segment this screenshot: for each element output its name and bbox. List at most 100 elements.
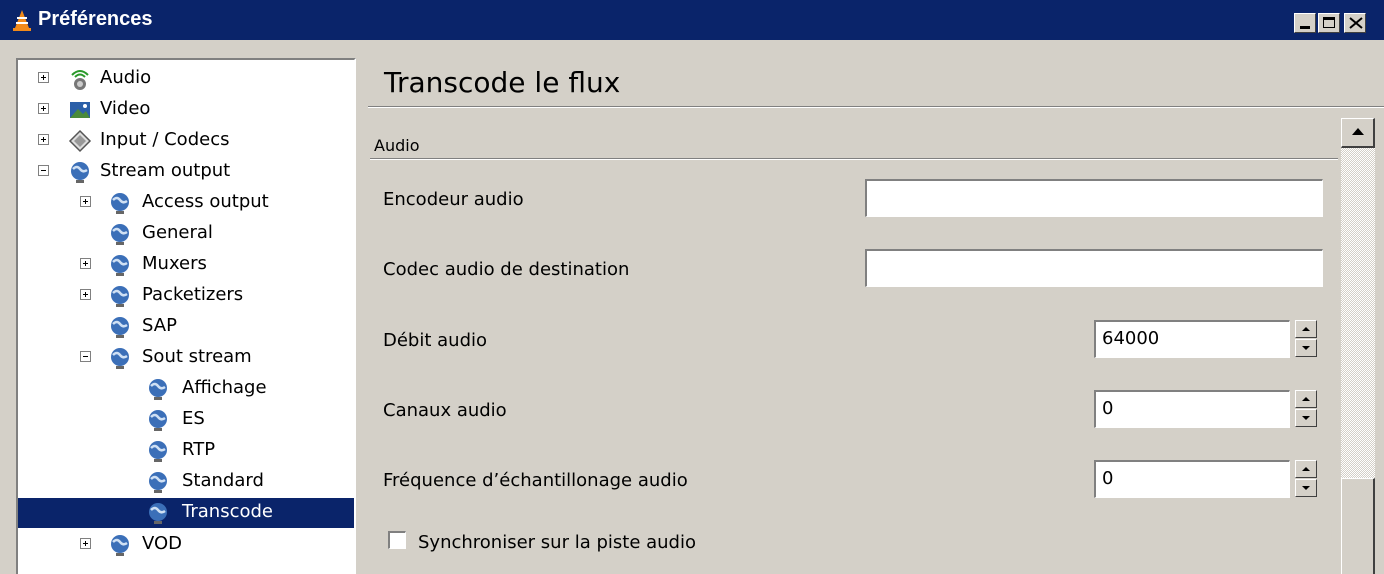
- tree-item-label: ES: [182, 408, 205, 429]
- minimize-icon: [1300, 26, 1310, 29]
- arrow-down-icon: [1302, 346, 1310, 350]
- maximize-icon: [1323, 17, 1335, 28]
- globe-icon: [149, 503, 167, 524]
- tree-item-label: SAP: [142, 315, 177, 336]
- tree-item-label: Access output: [142, 191, 269, 212]
- tree-item-label: Video: [100, 98, 151, 119]
- page-title: Transcode le flux: [384, 66, 621, 99]
- spin-down-button[interactable]: [1295, 339, 1317, 357]
- globe-icon: [111, 286, 129, 307]
- tree-item-stream-output[interactable]: Stream output: [18, 157, 354, 187]
- arrow-up-icon: [1302, 397, 1310, 401]
- divider: [368, 107, 1384, 108]
- bitrate-spinner[interactable]: [1295, 320, 1317, 358]
- vlc-cone-icon: [13, 10, 31, 31]
- arrow-up-icon: [1302, 467, 1310, 471]
- collapse-icon[interactable]: [38, 165, 49, 176]
- samplerate-label: Fréquence d’échantillonage audio: [383, 470, 688, 491]
- scroll-up-button[interactable]: [1341, 118, 1375, 148]
- tree-item-label: Transcode: [180, 501, 275, 522]
- expand-icon[interactable]: [80, 258, 91, 269]
- expand-icon[interactable]: [38, 103, 49, 114]
- spin-up-button[interactable]: [1295, 320, 1317, 338]
- bitrate-label: Débit audio: [383, 330, 488, 351]
- globe-icon: [149, 379, 167, 400]
- globe-icon: [149, 441, 167, 462]
- arrow-down-icon: [1302, 416, 1310, 420]
- channels-spinner[interactable]: [1295, 390, 1317, 428]
- tree-item-affichage[interactable]: Affichage: [18, 374, 354, 404]
- tree-item-es[interactable]: ES: [18, 405, 354, 435]
- minimize-button[interactable]: [1294, 13, 1316, 33]
- globe-icon: [71, 162, 89, 183]
- spin-up-button[interactable]: [1295, 460, 1317, 478]
- samplerate-input[interactable]: 0: [1094, 460, 1290, 498]
- tree-item-transcode[interactable]: Transcode: [18, 498, 354, 528]
- close-button[interactable]: [1344, 13, 1366, 33]
- globe-icon: [111, 255, 129, 276]
- tree-item-label: Muxers: [142, 253, 207, 274]
- tree-item-standard[interactable]: Standard: [18, 467, 354, 497]
- window-title: Préférences: [38, 8, 153, 30]
- tree-item-label: Sout stream: [142, 346, 252, 367]
- expand-icon[interactable]: [38, 134, 49, 145]
- tree-item-label: Standard: [182, 470, 264, 491]
- arrow-up-icon: [1302, 327, 1310, 331]
- tree-item-label: Audio: [100, 67, 152, 88]
- sync-checkbox[interactable]: [388, 531, 406, 549]
- samplerate-spinner[interactable]: [1295, 460, 1317, 498]
- spin-down-button[interactable]: [1295, 409, 1317, 427]
- tree-item-label: VOD: [142, 533, 183, 554]
- expand-icon[interactable]: [38, 72, 49, 83]
- bitrate-input[interactable]: 64000: [1094, 320, 1290, 358]
- globe-icon: [149, 410, 167, 431]
- section-divider: [370, 159, 1338, 160]
- tree-item-video[interactable]: Video: [18, 95, 354, 125]
- collapse-icon[interactable]: [80, 351, 91, 362]
- tree-item-sap[interactable]: SAP: [18, 312, 354, 342]
- expand-icon[interactable]: [80, 289, 91, 300]
- expand-icon[interactable]: [80, 196, 91, 207]
- codecs-icon: [68, 129, 92, 153]
- close-icon: [1349, 17, 1363, 29]
- channels-label: Canaux audio: [383, 400, 507, 421]
- tree-item-muxers[interactable]: Muxers: [18, 250, 354, 280]
- title-bar: Préférences: [0, 0, 1384, 40]
- tree-item-label: Input / Codecs: [100, 129, 230, 150]
- globe-icon: [149, 472, 167, 493]
- globe-icon: [111, 224, 129, 245]
- tree-item-input-codecs[interactable]: Input / Codecs: [18, 126, 354, 156]
- codec-label: Codec audio de destination: [383, 259, 630, 280]
- tree-item-general[interactable]: General: [18, 219, 354, 249]
- globe-icon: [111, 535, 129, 556]
- tree-item-label: Affichage: [182, 377, 267, 398]
- tree-item-audio[interactable]: Audio: [18, 64, 354, 94]
- tree-item-label: RTP: [182, 439, 216, 460]
- spin-down-button[interactable]: [1295, 479, 1317, 497]
- encoder-input[interactable]: [865, 179, 1323, 217]
- spin-up-button[interactable]: [1295, 390, 1317, 408]
- video-icon: [70, 102, 90, 118]
- encoder-label: Encodeur audio: [383, 189, 524, 210]
- globe-icon: [111, 193, 129, 214]
- audio-icon: [71, 70, 89, 90]
- globe-icon: [111, 317, 129, 338]
- tree-item-rtp[interactable]: RTP: [18, 436, 354, 466]
- tree-item-label: Packetizers: [142, 284, 244, 305]
- globe-icon: [111, 348, 129, 369]
- maximize-button[interactable]: [1318, 13, 1340, 33]
- arrow-down-icon: [1302, 486, 1310, 490]
- arrow-up-icon: [1352, 128, 1364, 135]
- tree-item-label: General: [142, 222, 213, 243]
- tree-item-vod[interactable]: VOD: [18, 530, 354, 560]
- expand-icon[interactable]: [80, 538, 91, 549]
- tree-item-label: Stream output: [100, 160, 231, 181]
- tree-item-packetizers[interactable]: Packetizers: [18, 281, 354, 311]
- preferences-tree[interactable]: Audio Video Input / Codecs Stream output…: [16, 58, 356, 574]
- sync-label: Synchroniser sur la piste audio: [418, 532, 696, 553]
- scrollbar-thumb[interactable]: [1341, 478, 1375, 574]
- tree-item-sout-stream[interactable]: Sout stream: [18, 343, 354, 373]
- tree-item-access-output[interactable]: Access output: [18, 188, 354, 218]
- channels-input[interactable]: 0: [1094, 390, 1290, 428]
- codec-input[interactable]: [865, 249, 1323, 287]
